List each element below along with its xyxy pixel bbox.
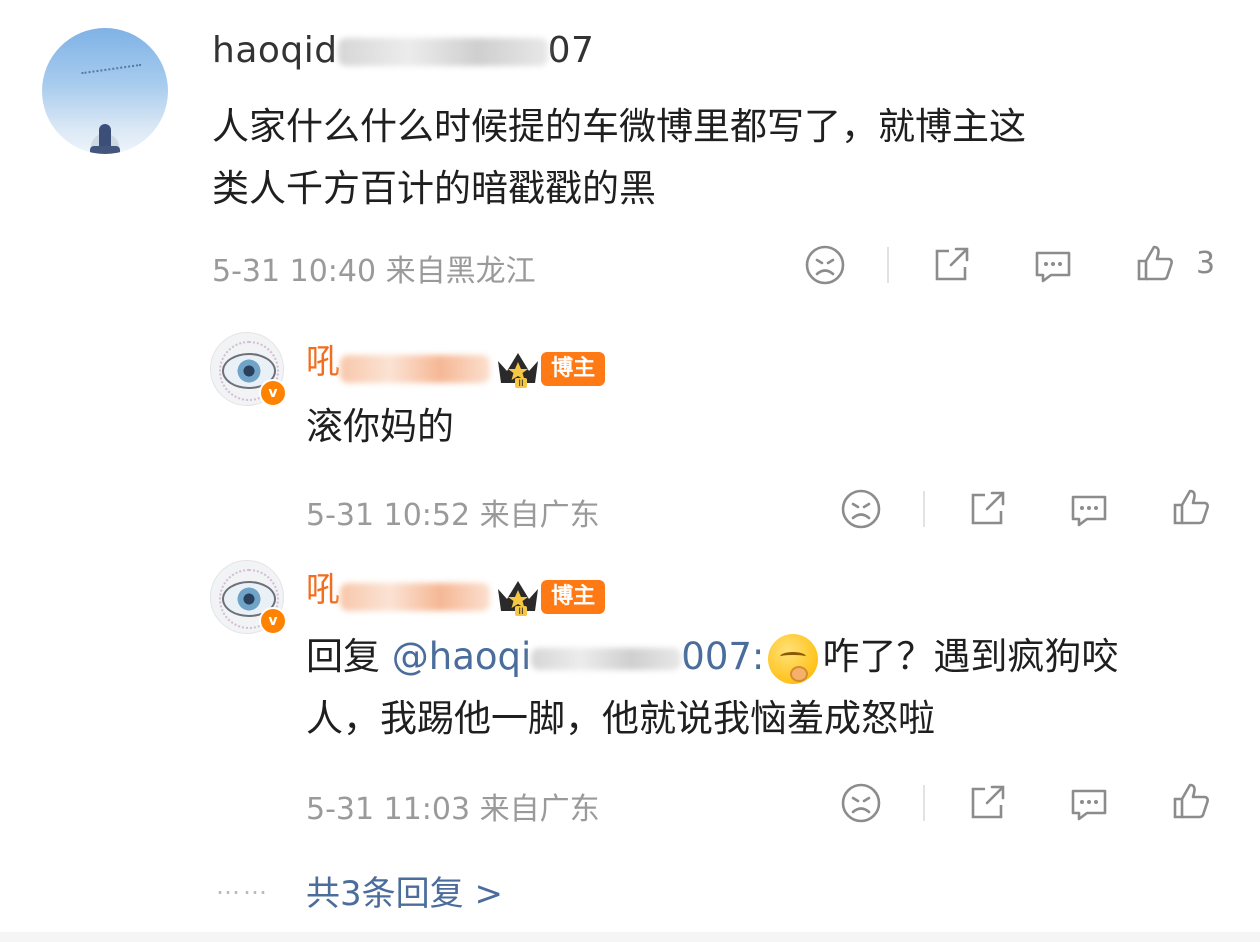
action-divider — [887, 247, 889, 283]
comment-text-line: 人家什么什么时候提的车微博里都写了，就博主这 — [212, 105, 1026, 148]
timestamp: 5-31 10:52 — [306, 498, 471, 533]
reply-avatar[interactable]: v — [210, 560, 287, 635]
more-dots: …… — [216, 872, 270, 900]
comment-icon[interactable] — [1067, 487, 1111, 531]
verified-badge-icon: v — [259, 607, 287, 635]
reply-avatar[interactable]: v — [210, 332, 287, 407]
reply-username[interactable]: 吼 — [306, 570, 340, 610]
username-text-end: 07 — [547, 30, 595, 71]
comment-text-line: 类人千方百计的暗戳戳的黑 — [212, 167, 656, 210]
bottom-divider — [0, 932, 1260, 942]
reply-meta: 5-31 10:52 来自广东 — [306, 490, 600, 534]
share-icon[interactable] — [929, 243, 973, 287]
share-icon[interactable] — [965, 781, 1009, 825]
more-replies-link[interactable]: 共3条回复 > — [306, 866, 503, 915]
share-icon[interactable] — [965, 487, 1009, 531]
mention-text-end: 007: — [681, 635, 765, 678]
action-divider — [923, 491, 925, 527]
avatar[interactable] — [42, 28, 168, 154]
crown-icon: II — [495, 349, 541, 389]
mention-link[interactable]: @haoqi 007: — [392, 635, 765, 678]
reply-text: 滚你妈的 — [306, 396, 454, 458]
dislike-icon[interactable] — [803, 243, 847, 287]
reply-meta: 5-31 11:03 来自广东 — [306, 784, 600, 828]
username-text: haoqid — [212, 30, 338, 71]
dislike-icon[interactable] — [839, 781, 883, 825]
dislike-icon[interactable] — [839, 487, 883, 531]
location: 来自广东 — [479, 498, 600, 533]
action-divider — [923, 785, 925, 821]
reply-text-line: 人，我踢他一脚，他就说我恼羞成怒啦 — [306, 697, 935, 740]
timestamp: 5-31 11:03 — [306, 792, 471, 827]
username-redaction — [340, 354, 490, 383]
reply-text-line1: 回复 @haoqi 007: 咋了？遇到疯狗咬 — [306, 626, 1226, 688]
comment-icon[interactable] — [1067, 781, 1111, 825]
location: 来自广东 — [479, 792, 600, 827]
reply-text-line: 滚你妈的 — [306, 405, 454, 448]
blogger-badge: 博主 — [541, 351, 606, 386]
reply-prefix: 回复 — [306, 635, 380, 678]
location: 来自黑龙江 — [385, 254, 536, 289]
like-count: 3 — [1196, 246, 1216, 281]
like-icon[interactable] — [1133, 241, 1177, 285]
comment-username[interactable]: haoqid 07 — [212, 30, 594, 71]
username-redaction — [340, 582, 490, 611]
comment-text: 人家什么什么时候提的车微博里都写了，就博主这 类人千方百计的暗戳戳的黑 — [212, 96, 1222, 220]
crown-icon: II — [495, 577, 541, 617]
reply-username-row: 吼 II 博主 — [306, 334, 606, 389]
avatar-roof — [90, 146, 120, 154]
avatar-planes — [81, 63, 143, 85]
reply-text-after-mention: 咋了？遇到疯狗咬 — [822, 635, 1119, 678]
mention-text: @haoqi — [391, 635, 532, 678]
svg-text:II: II — [518, 607, 523, 617]
shush-emoji-icon — [768, 633, 819, 684]
comment-meta: 5-31 10:40 来自黑龙江 — [212, 246, 536, 290]
reply-username-row: 吼 II 博主 — [306, 562, 606, 617]
verified-badge-icon: v — [259, 379, 287, 407]
blogger-badge: 博主 — [541, 579, 606, 614]
username-redaction — [337, 38, 548, 66]
reply-username[interactable]: 吼 — [306, 342, 340, 382]
like-icon[interactable] — [1169, 779, 1213, 823]
reply-text: 回复 @haoqi 007: 咋了？遇到疯狗咬 人，我踢他一脚，他就说我恼羞成怒啦 — [306, 626, 1226, 750]
timestamp: 5-31 10:40 — [212, 254, 377, 289]
comment-icon[interactable] — [1031, 243, 1075, 287]
mention-redaction — [531, 647, 682, 670]
svg-text:II: II — [518, 379, 523, 389]
like-icon[interactable] — [1169, 485, 1213, 529]
